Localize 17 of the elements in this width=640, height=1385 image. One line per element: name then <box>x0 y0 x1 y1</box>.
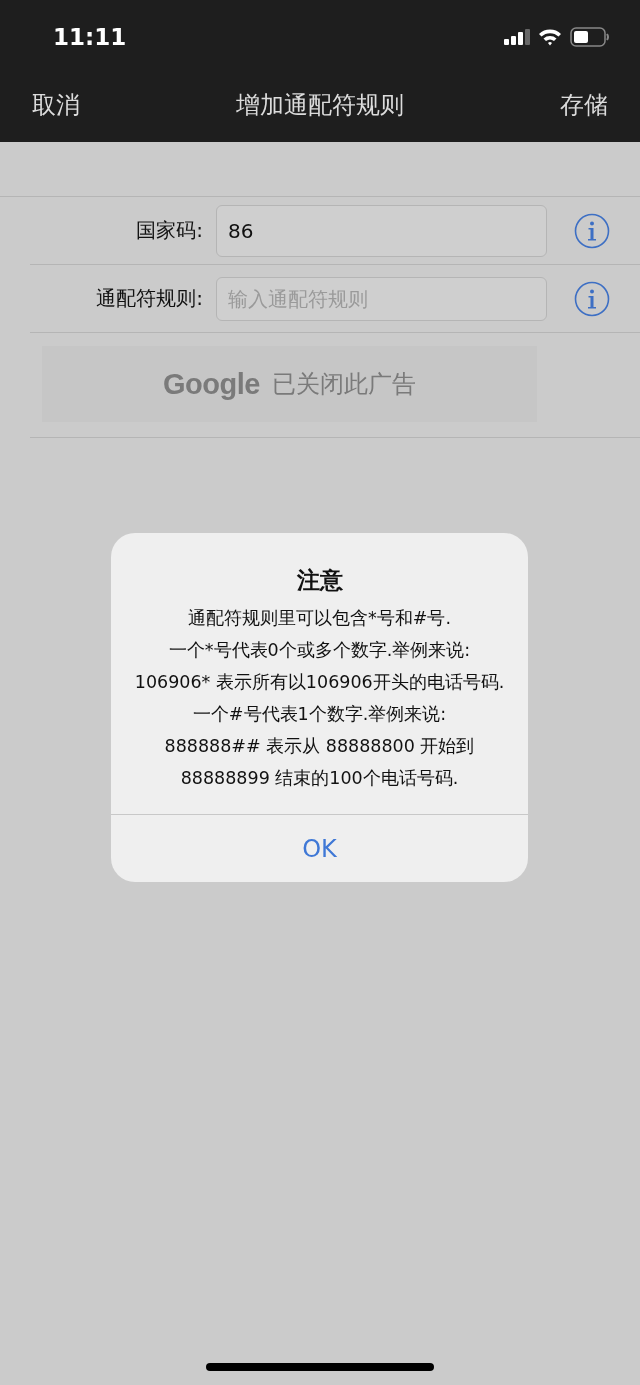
ad-logo: Google <box>163 367 260 401</box>
battery-icon <box>570 27 610 47</box>
field-label: 国家码: <box>135 217 203 244</box>
cancel-button[interactable]: 取消 <box>32 89 80 121</box>
signal-icon <box>504 29 530 45</box>
wifi-icon <box>538 28 562 46</box>
alert-message: 通配符规则里可以包含*号和#号. 一个*号代表0个或多个数字.举例来说: 106906* 表示所有以106906开头的电话号码. 一个#号代表1个数字.举例来说: 888888## 表示从 88888800 开始到 88888899 结束的100个电话号码. <box>133 607 506 790</box>
ad-closed-text: 已关闭此广告 <box>271 369 416 400</box>
alert-title: 注意 <box>296 566 343 595</box>
status-time: 11:11 <box>53 24 127 50</box>
field-label: 通配符规则: <box>95 285 203 312</box>
input-field[interactable]: 86 <box>216 204 547 257</box>
save-button[interactable]: 存储 <box>560 89 608 121</box>
info-icon[interactable] <box>574 280 610 317</box>
info-icon[interactable] <box>574 212 610 249</box>
screen-title: 增加通配符规则 <box>236 90 404 121</box>
ok-button[interactable]: OK <box>111 814 528 882</box>
